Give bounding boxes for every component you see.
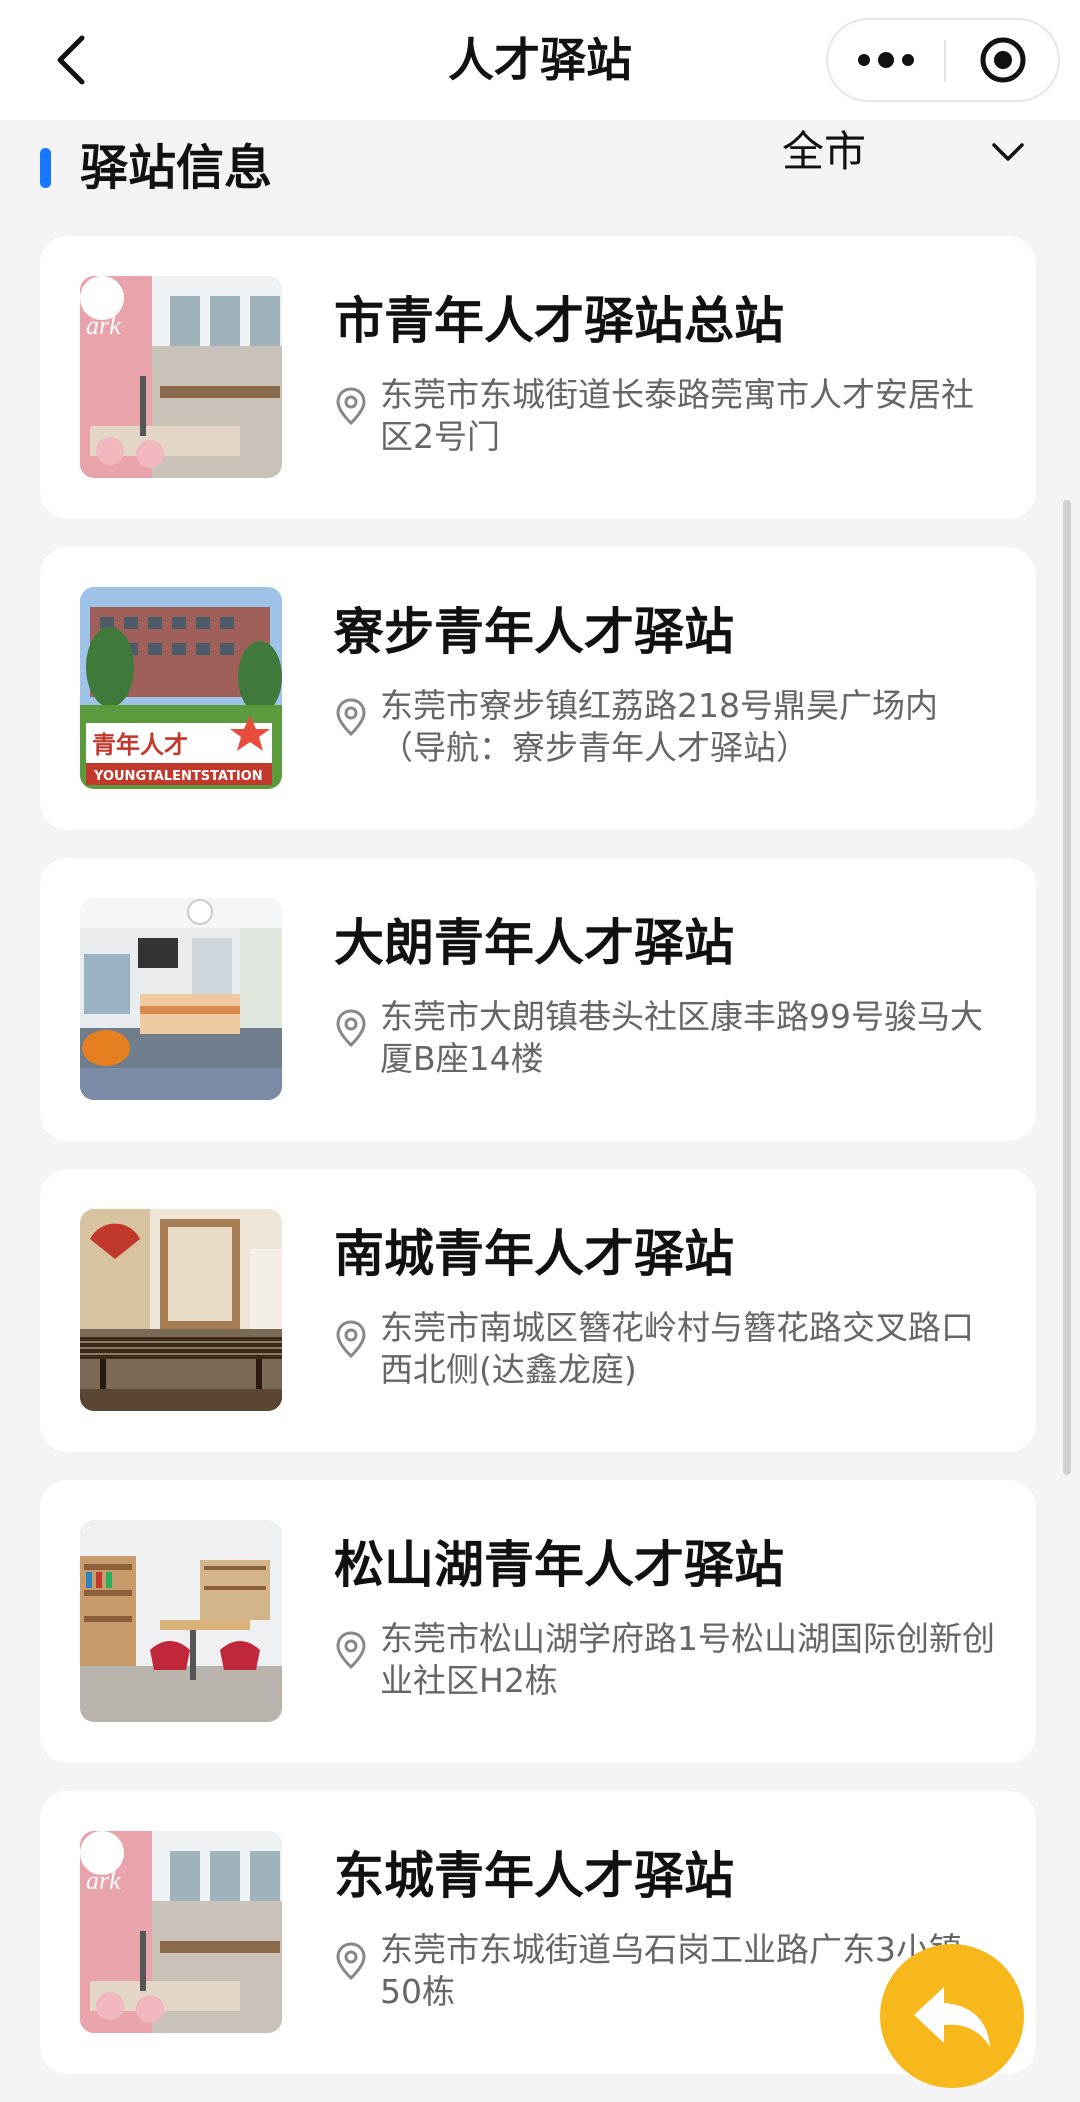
cafe-interior-photo: ark	[80, 1831, 282, 2033]
guzheng-room-photo	[80, 1209, 282, 1411]
station-thumbnail: ark	[80, 276, 282, 478]
close-miniprogram-button[interactable]	[946, 20, 1060, 100]
more-dots-icon	[858, 52, 914, 68]
section-accent-bar	[40, 148, 51, 188]
station-name: 东城青年人才驿站	[334, 1847, 734, 1905]
bedroom-photo	[80, 898, 282, 1100]
station-card[interactable]: 松山湖青年人才驿站 东莞市松山湖学府路1号松山湖国际创新创业社区H2栋	[40, 1480, 1036, 1763]
cafe-interior-photo: ark	[80, 276, 282, 478]
region-filter-value: 全市	[782, 127, 867, 176]
station-list: ark 市青年人才驿站总站 东莞市东城街道长泰路莞寓市人才安居社区2号门 青年人…	[40, 236, 1036, 2102]
location-pin-icon	[336, 1631, 366, 1670]
station-card[interactable]: ark 市青年人才驿站总站 东莞市东城街道长泰路莞寓市人才安居社区2号门	[40, 236, 1036, 519]
station-thumbnail: 青年人才 YOUNGTALENTSTATION	[80, 587, 282, 789]
top-navbar: 人才驿站	[0, 0, 1080, 120]
location-pin-icon	[336, 387, 366, 426]
station-address: 东莞市大朗镇巷头社区康丰路99号骏马大厦B座14楼	[380, 997, 983, 1078]
station-thumbnail: ark	[80, 1831, 282, 2033]
station-address: 东莞市东城街道长泰路莞寓市人才安居社区2号门	[380, 375, 974, 456]
building-sign-photo: 青年人才 YOUNGTALENTSTATION	[80, 587, 282, 789]
location-pin-icon	[336, 1942, 366, 1981]
region-filter-select[interactable]: 全市	[760, 120, 1040, 184]
more-button[interactable]	[828, 20, 944, 100]
station-card[interactable]: 南城青年人才驿站 东莞市南城区簪花岭村与簪花路交叉路口西北侧(达鑫龙庭)	[40, 1169, 1036, 1452]
station-address: 东莞市松山湖学府路1号松山湖国际创新创业社区H2栋	[380, 1619, 995, 1700]
station-name: 南城青年人才驿站	[334, 1225, 734, 1283]
station-address: 东莞市寮步镇红荔路218号鼎昊广场内（导航：寮步青年人才驿站）	[380, 686, 938, 767]
station-name: 寮步青年人才驿站	[334, 603, 734, 661]
reply-arrow-icon	[914, 1987, 990, 2047]
miniprogram-capsule	[826, 18, 1060, 102]
station-name: 市青年人才驿站总站	[334, 292, 784, 350]
location-pin-icon	[336, 1320, 366, 1359]
station-thumbnail	[80, 898, 282, 1100]
section-title: 驿站信息	[80, 140, 273, 196]
library-photo	[80, 1520, 282, 1722]
back-fab-button[interactable]	[880, 1944, 1024, 2088]
station-thumbnail	[80, 1209, 282, 1411]
station-address: 东莞市南城区簪花岭村与簪花路交叉路口西北侧(达鑫龙庭)	[380, 1308, 974, 1389]
station-name: 大朗青年人才驿站	[334, 914, 734, 972]
sign-caption: YOUNGTALENTSTATION	[93, 769, 263, 784]
station-card[interactable]: 大朗青年人才驿站 东莞市大朗镇巷头社区康丰路99号骏马大厦B座14楼	[40, 858, 1036, 1141]
station-thumbnail	[80, 1520, 282, 1722]
station-card[interactable]: 青年人才 YOUNGTALENTSTATION 寮步青年人才驿站 东莞市寮步镇红…	[40, 547, 1036, 830]
chevron-down-icon	[992, 143, 1024, 161]
scrollbar[interactable]	[1063, 500, 1071, 1475]
location-pin-icon	[336, 698, 366, 737]
target-circle-icon	[980, 37, 1026, 83]
sign-text: 青年人才	[92, 731, 188, 759]
station-name: 松山湖青年人才驿站	[334, 1536, 784, 1594]
location-pin-icon	[336, 1009, 366, 1048]
